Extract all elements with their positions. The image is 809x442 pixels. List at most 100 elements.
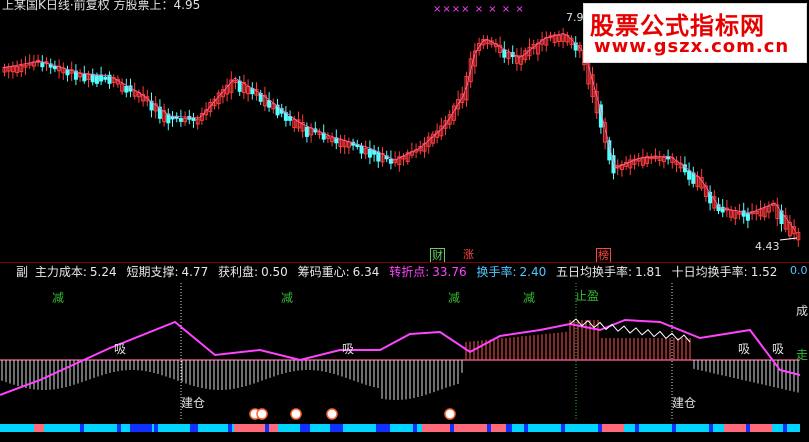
indicator-turnover-10d: 十日均换手率: 1.52: [672, 265, 781, 279]
chart-window[interactable]: 上某国K日线·前复权 方股票上：4.95 股票公式指标网 www.gszx.co…: [0, 0, 809, 442]
event-tag-finance[interactable]: 财: [430, 248, 445, 263]
value: 33.76: [432, 265, 467, 279]
label: 五日均换手率:: [556, 265, 633, 279]
candle-body: [388, 158, 393, 164]
signal-reduce-3: 减: [448, 291, 461, 305]
value: 0.50: [261, 265, 288, 279]
signal-strip-blue: [487, 424, 491, 432]
candle-body: [237, 80, 242, 92]
label: 短期支撑:: [126, 265, 179, 279]
indicator-turnover: 换手率: 2.40: [476, 265, 549, 279]
signal-strip-blue: [378, 424, 390, 432]
indicator-name: 副: [16, 265, 29, 279]
signal-strip-blue: [635, 424, 639, 432]
signal-strip-blue: [190, 424, 198, 432]
signal-absorb-1: 吸: [114, 342, 127, 356]
signal-absorb-4: 吸: [772, 342, 785, 356]
indicator-short-support: 短期支撑: 4.77: [126, 265, 211, 279]
candle-body: [359, 145, 364, 154]
candle-body: [103, 76, 108, 80]
signal-strip-blue: [154, 424, 158, 432]
signal-stop-profit: 止盈: [575, 289, 600, 303]
candle-body: [170, 116, 175, 120]
candle-body: [687, 170, 692, 180]
candle-body: [52, 65, 57, 70]
candle-body: [283, 112, 288, 121]
signal-strip-blue: [450, 424, 454, 432]
label: 主力成本:: [34, 265, 87, 279]
signal-strip-blue: [672, 424, 676, 432]
candle-body: [372, 149, 377, 155]
candle-body: [90, 73, 95, 83]
label: 换手率:: [476, 265, 517, 279]
label: 十日均换手率:: [671, 265, 748, 279]
money-bag-icon: [290, 408, 302, 420]
indicator-turning-point: 转折点: 33.76: [389, 265, 469, 279]
signal-strip-blue: [709, 424, 713, 432]
turning-line: [0, 318, 801, 396]
value: 4.77: [181, 265, 209, 279]
label: 转折点:: [389, 265, 430, 279]
signal-strip-red: [234, 424, 278, 432]
indicator-bar: 副 主力成本: 5.24 短期支撑: 4.77 获利盘: 0.50 筹码重心: 6.34…: [16, 264, 783, 280]
indicator-profit: 获利盘: 0.50: [218, 265, 291, 279]
panel-separator[interactable]: [0, 262, 809, 263]
candle-body: [288, 115, 293, 121]
money-bag-icon: [444, 408, 456, 420]
candle-body: [178, 118, 183, 122]
signal-strip-blue: [413, 424, 417, 432]
candle-body: [267, 99, 272, 108]
signal-strip-red: [422, 424, 512, 432]
candle-body: [367, 148, 372, 158]
value: 1.81: [635, 265, 662, 279]
signal-reduce-4: 减: [523, 291, 536, 305]
signal-strip-blue: [506, 424, 512, 432]
candle-body: [334, 137, 339, 144]
signal-strip-blue: [524, 424, 528, 432]
signal-zou: 走: [796, 348, 809, 362]
candle-body: [99, 74, 104, 82]
candle-body: [124, 85, 129, 93]
indicator-chip-center: 筹码重心: 6.34: [298, 265, 383, 279]
signal-absorb-2: 吸: [342, 342, 355, 356]
candle-body: [502, 49, 507, 58]
candle-body: [65, 69, 70, 76]
indicator-main-cost: 主力成本: 5.24: [35, 265, 120, 279]
top-marks: ×××× × × × ×: [433, 4, 525, 15]
candle-body: [191, 117, 196, 121]
signal-strip-blue: [561, 424, 565, 432]
value: 6.34: [352, 265, 380, 279]
signal-strip-blue: [228, 424, 232, 432]
high-price-label: 7.9: [566, 11, 584, 24]
signal-strip-blue: [300, 424, 310, 432]
low-price-label: 4.43: [755, 240, 780, 253]
signal-strip-blue: [598, 424, 602, 432]
watermark-logo: 股票公式指标网 www.gszx.com.cn: [583, 3, 807, 63]
signal-strip-red: [34, 424, 44, 432]
value: 5.24: [89, 265, 117, 279]
label: 获利盘:: [218, 265, 259, 279]
money-bag-icon: [256, 408, 268, 420]
signal-build-1: 建仓: [181, 396, 206, 410]
signal-reduce-2: 减: [281, 291, 294, 305]
indicator-turnover-5d: 五日均换手率: 1.81: [556, 265, 665, 279]
event-tag-rise[interactable]: 涨: [462, 248, 475, 261]
indicator-right-value: 0.0: [790, 264, 808, 277]
logo-line2: www.gszx.com.cn: [594, 36, 790, 57]
candle-body: [691, 172, 696, 184]
signal-reduce-1: 减: [52, 291, 65, 305]
label: 筹码重心:: [297, 265, 350, 279]
signal-build-2: 建仓: [672, 396, 697, 410]
signal-cheng: 成: [796, 304, 809, 318]
value: 1.52: [750, 265, 778, 279]
candle-body: [304, 126, 309, 137]
signal-strip-blue: [80, 424, 84, 432]
money-bag-icon: [326, 408, 338, 420]
candle-body: [708, 191, 713, 204]
signal-strip-blue: [265, 424, 269, 432]
event-tag-list[interactable]: 榜: [596, 248, 611, 263]
price-chart[interactable]: [0, 0, 809, 442]
signal-strip-blue: [117, 424, 121, 432]
candle-body: [376, 151, 381, 162]
candle-body: [82, 73, 87, 82]
